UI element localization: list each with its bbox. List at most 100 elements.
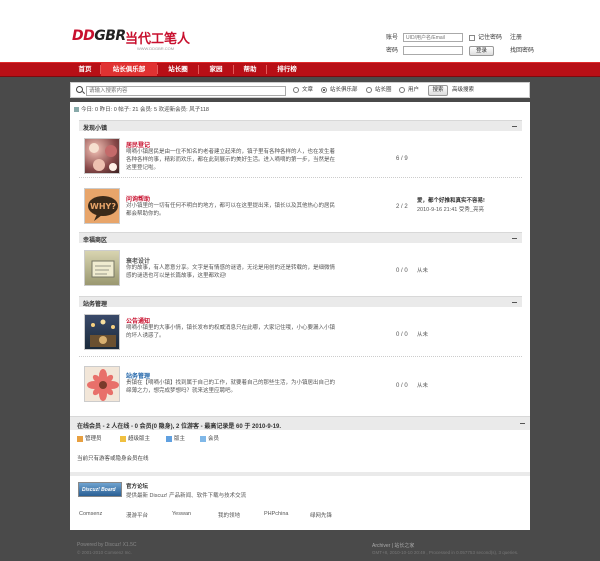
- collapse-icon[interactable]: [512, 126, 517, 128]
- section-header[interactable]: 发现小镇: [79, 120, 522, 132]
- forum-thumbnail[interactable]: WHY?: [84, 188, 120, 224]
- home-icon[interactable]: [74, 107, 79, 113]
- banner-text: Discuz! Board: [82, 487, 116, 493]
- discuz-banner[interactable]: Discuz! Board: [78, 482, 122, 497]
- partner-link[interactable]: Comsenz: [79, 511, 102, 517]
- link-title[interactable]: 官方论坛: [126, 482, 148, 490]
- logo-part-1: DD: [72, 28, 95, 44]
- username-input[interactable]: [403, 33, 463, 42]
- search-option-club-label: 站长俱乐部: [330, 87, 358, 93]
- last-post: 从未: [417, 268, 429, 274]
- main-content: 今日: 0 昨日: 0 帖子: 21 会员: 5 欢迎新会员: 风子118 发现…: [70, 102, 530, 530]
- forum-thumbnail[interactable]: [84, 314, 120, 350]
- forum-count: 0 / 0: [396, 332, 408, 338]
- link-description: 提供最新 Discuz! 产品新闻、软件下载与技术交流: [126, 493, 247, 499]
- design-icon: [91, 260, 115, 278]
- legend-super-mod: 超级版主: [120, 434, 150, 442]
- partner-link[interactable]: 漫游平台: [126, 511, 148, 519]
- moderator-icon: [166, 435, 172, 442]
- search-bar: 文章 站长俱乐部 站长圈 用户 搜索 高级搜索: [70, 82, 530, 98]
- flower-icon: [87, 369, 119, 401]
- legend-member: 会员: [200, 434, 219, 442]
- forum-description: 嘀嘀小镇居民是由一位不知名的老者建立起来的，镇子里有各种各样的人，也在发生着各种…: [126, 149, 336, 171]
- header: DDGBR 当代工笔人 WWW.DDGBR.COM 账号 记住密码 注册 密码 …: [0, 0, 600, 62]
- online-title: 在线会员 - 2 人在线 - 0 会员(0 隐身), 2 位游客 - 最高记录是…: [77, 424, 282, 430]
- search-option-user-radio[interactable]: [399, 87, 405, 93]
- partner-link[interactable]: PHPchina: [264, 511, 288, 517]
- logo-subtitle: WWW.DDGBR.COM: [137, 46, 175, 51]
- section-title: 发现小镇: [83, 126, 108, 132]
- night-lights-icon: [90, 319, 116, 347]
- register-link[interactable]: 注册: [510, 33, 530, 43]
- online-note: 当前只有游客或隐身会员在线: [77, 456, 149, 462]
- forum-stats: 今日: 0 昨日: 0 帖子: 21 会员: 5 欢迎新会员: 风子118: [74, 105, 209, 113]
- forum-count: 2 / 2: [396, 204, 408, 210]
- footer-powered[interactable]: Powered by Discuz! X1.5C: [77, 542, 136, 548]
- legend-mod: 版主: [166, 434, 185, 442]
- section-header[interactable]: 幸福商区: [79, 232, 522, 244]
- nav-item-help[interactable]: 帮助: [234, 63, 266, 76]
- member-icon: [200, 435, 206, 442]
- search-option-circle-radio[interactable]: [366, 87, 372, 93]
- login-button[interactable]: 登录: [469, 46, 494, 56]
- search-option-club-radio[interactable]: [321, 87, 327, 93]
- section-title: 幸福商区: [83, 238, 108, 244]
- forum-thumbnail[interactable]: [84, 250, 120, 286]
- forum-description: 贵镇在【嘀嘀小镇】找到属于自己的工作，就要着自己的那些生活，为小镇居出自己的绵薄…: [126, 380, 336, 394]
- legend-label: 管理员: [85, 436, 102, 442]
- nav-item-club[interactable]: 站长俱乐部: [101, 63, 157, 76]
- divider: [79, 356, 522, 357]
- nav-item-ranking[interactable]: 排行榜: [267, 63, 307, 76]
- super-moderator-icon: [120, 435, 126, 442]
- legend-label: 会员: [208, 436, 220, 442]
- collapse-icon[interactable]: [520, 423, 525, 425]
- collapse-icon[interactable]: [512, 238, 517, 240]
- partner-link[interactable]: Yeswan: [172, 511, 191, 517]
- partner-link[interactable]: 我的领地: [218, 511, 240, 519]
- main-nav: 首页 站长俱乐部 站长圈 家园 帮助 排行榜: [0, 62, 600, 77]
- advanced-search-link[interactable]: 高级搜索: [452, 86, 474, 95]
- remember-checkbox[interactable]: [469, 35, 475, 41]
- nav-item-home-space[interactable]: 家园: [199, 63, 233, 76]
- partner-link[interactable]: 绿网先锋: [310, 511, 332, 519]
- last-post: 从未: [417, 383, 429, 389]
- nav-item-home[interactable]: 首页: [70, 63, 100, 76]
- last-post-title[interactable]: 爱，都个好推和真实不容易!: [417, 197, 522, 205]
- password-label: 密码: [386, 48, 399, 54]
- footer-copyright: © 2001-2010 Comsenz Inc.: [77, 550, 132, 555]
- forum-thumbnail[interactable]: [84, 366, 120, 402]
- password-input[interactable]: [403, 46, 463, 55]
- search-option-article-radio[interactable]: [293, 87, 299, 93]
- search-option-article-label: 文章: [302, 87, 314, 93]
- search-input[interactable]: [86, 86, 286, 96]
- legend-label: 超级版主: [128, 436, 151, 442]
- stats-text: 今日: 0 昨日: 0 帖子: 21 会员: 5 欢迎新会员: 风子118: [81, 107, 209, 113]
- nav-item-circle[interactable]: 站长圈: [158, 63, 198, 76]
- search-option-user-label: 用户: [408, 87, 420, 93]
- logo-cn-text: 当代工笔人: [125, 32, 191, 47]
- forum-count: 6 / 9: [396, 156, 408, 162]
- section-title: 站务管理: [83, 302, 108, 308]
- last-post: 从未: [417, 332, 429, 338]
- search-icon: [76, 86, 83, 93]
- svg-text:WHY?: WHY?: [90, 202, 116, 211]
- forum-count: 0 / 0: [396, 383, 408, 389]
- forum-thumbnail[interactable]: [84, 138, 120, 174]
- search-option-circle-label: 站长圈: [375, 87, 392, 93]
- collapse-icon[interactable]: [512, 302, 517, 304]
- admin-icon: [77, 435, 83, 442]
- online-header: 在线会员 - 2 人在线 - 0 会员(0 隐身), 2 位游客 - 最高记录是…: [70, 416, 530, 430]
- forum-description: 你的故事，有人愿意分享。文字是有情感的谜语，无论是用创的还是转载的，是细微情感的…: [126, 265, 336, 279]
- legend-label: 版主: [174, 436, 186, 442]
- forum-count: 0 / 0: [396, 268, 408, 274]
- section-header[interactable]: 站务管理: [79, 296, 522, 308]
- username-label: 账号: [386, 35, 399, 41]
- why-bubble-icon: WHY?: [88, 196, 118, 221]
- search-button[interactable]: 搜索: [428, 85, 448, 96]
- site-logo[interactable]: DDGBR: [72, 28, 126, 44]
- legend-admin: 管理员: [77, 434, 102, 442]
- divider: [79, 177, 522, 178]
- forgot-password-link[interactable]: 找回密码: [510, 46, 540, 56]
- links-divider: [70, 472, 530, 476]
- footer-links[interactable]: Archiver | 站长之家: [372, 542, 414, 549]
